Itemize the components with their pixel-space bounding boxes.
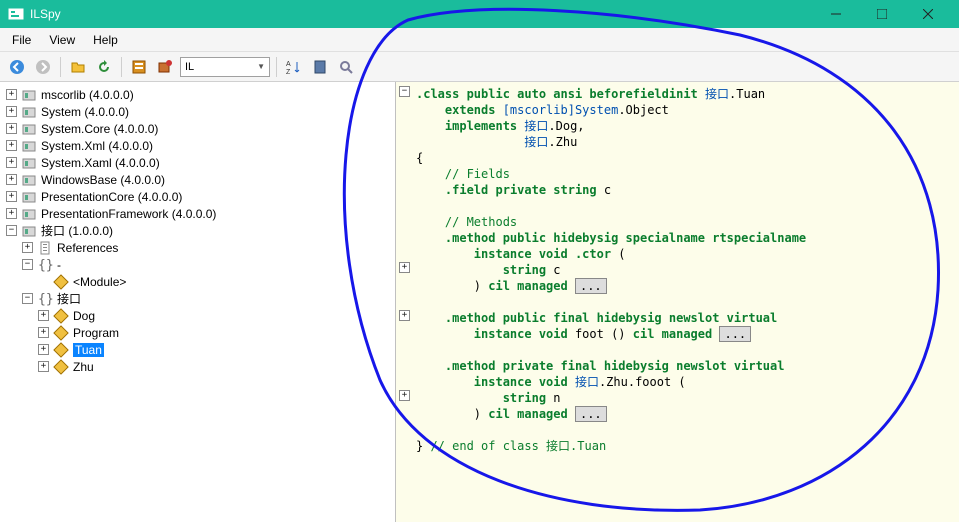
forward-button[interactable] [32, 56, 54, 78]
assembly-list-button[interactable] [128, 56, 150, 78]
language-combo[interactable]: IL ▼ [180, 57, 270, 77]
tree-item-ns[interactable]: −{}- [0, 256, 395, 273]
fold-toggle[interactable]: + [399, 310, 410, 321]
assembly-icon [21, 138, 37, 154]
class-icon [53, 308, 69, 324]
fold-toggle[interactable]: + [399, 390, 410, 401]
assembly-tree[interactable]: +mscorlib (4.0.0.0) +System (4.0.0.0) +S… [0, 82, 396, 522]
tree-item-class[interactable]: +Dog [0, 307, 395, 324]
assembly-icon [21, 189, 37, 205]
tree-item[interactable]: +System.Xaml (4.0.0.0) [0, 154, 395, 171]
nuget-button[interactable] [154, 56, 176, 78]
separator [121, 57, 122, 77]
refresh-button[interactable] [93, 56, 115, 78]
back-button[interactable] [6, 56, 28, 78]
menu-bar: File View Help [0, 28, 959, 52]
class-icon [53, 359, 69, 375]
class-icon [53, 342, 69, 358]
title-bar: ILSpy [0, 0, 959, 28]
menu-file[interactable]: File [4, 31, 39, 49]
sort-button[interactable]: AZ [283, 56, 305, 78]
fold-gutter: − + + + [396, 82, 414, 522]
svg-text:{}: {} [38, 258, 53, 273]
assembly-icon [21, 172, 37, 188]
tree-item-ns[interactable]: −{}接口 [0, 290, 395, 307]
assembly-icon [21, 121, 37, 137]
assembly-icon [21, 87, 37, 103]
tree-item[interactable]: +WindowsBase (4.0.0.0) [0, 171, 395, 188]
separator [60, 57, 61, 77]
toolbar: IL ▼ AZ [0, 52, 959, 82]
svg-text:Z: Z [286, 69, 291, 75]
language-label: IL [185, 61, 194, 73]
tree-item[interactable]: +System.Core (4.0.0.0) [0, 120, 395, 137]
references-icon [37, 240, 53, 256]
tree-item[interactable]: +mscorlib (4.0.0.0) [0, 86, 395, 103]
tree-item[interactable]: +System.Xml (4.0.0.0) [0, 137, 395, 154]
fold-toggle[interactable]: + [399, 262, 410, 273]
code-text: .class public auto ansi beforefieldinit … [416, 86, 959, 454]
class-icon [53, 325, 69, 341]
tree-item-class[interactable]: +Zhu [0, 358, 395, 375]
fold-toggle[interactable]: − [399, 86, 410, 97]
svg-text:A: A [286, 61, 291, 68]
tree-item[interactable]: +System (4.0.0.0) [0, 103, 395, 120]
separator [276, 57, 277, 77]
collapse-button[interactable] [309, 56, 331, 78]
tree-item-references[interactable]: +References [0, 239, 395, 256]
tree-item-class-selected[interactable]: +Tuan [0, 341, 395, 358]
tree-item[interactable]: +PresentationCore (4.0.0.0) [0, 188, 395, 205]
tree-item-class[interactable]: +Program [0, 324, 395, 341]
window-title: ILSpy [30, 7, 813, 21]
code-pane[interactable]: − + + + .class public auto ansi beforefi… [396, 82, 959, 522]
assembly-icon [21, 206, 37, 222]
svg-text:{}: {} [38, 292, 53, 307]
namespace-icon: {} [37, 257, 53, 273]
tree-item-open[interactable]: −接口 (1.0.0.0) [0, 222, 395, 239]
tree-item[interactable]: +PresentationFramework (4.0.0.0) [0, 205, 395, 222]
chevron-down-icon: ▼ [257, 62, 265, 71]
minimize-button[interactable] [813, 0, 859, 28]
menu-help[interactable]: Help [85, 31, 126, 49]
close-button[interactable] [905, 0, 951, 28]
assembly-icon [21, 104, 37, 120]
menu-view[interactable]: View [41, 31, 83, 49]
assembly-icon [21, 155, 37, 171]
assembly-icon [21, 223, 37, 239]
app-icon [8, 6, 24, 22]
tree-item-module[interactable]: <Module> [0, 273, 395, 290]
search-button[interactable] [335, 56, 357, 78]
namespace-icon: {} [37, 291, 53, 307]
open-button[interactable] [67, 56, 89, 78]
maximize-button[interactable] [859, 0, 905, 28]
class-icon [53, 274, 69, 290]
